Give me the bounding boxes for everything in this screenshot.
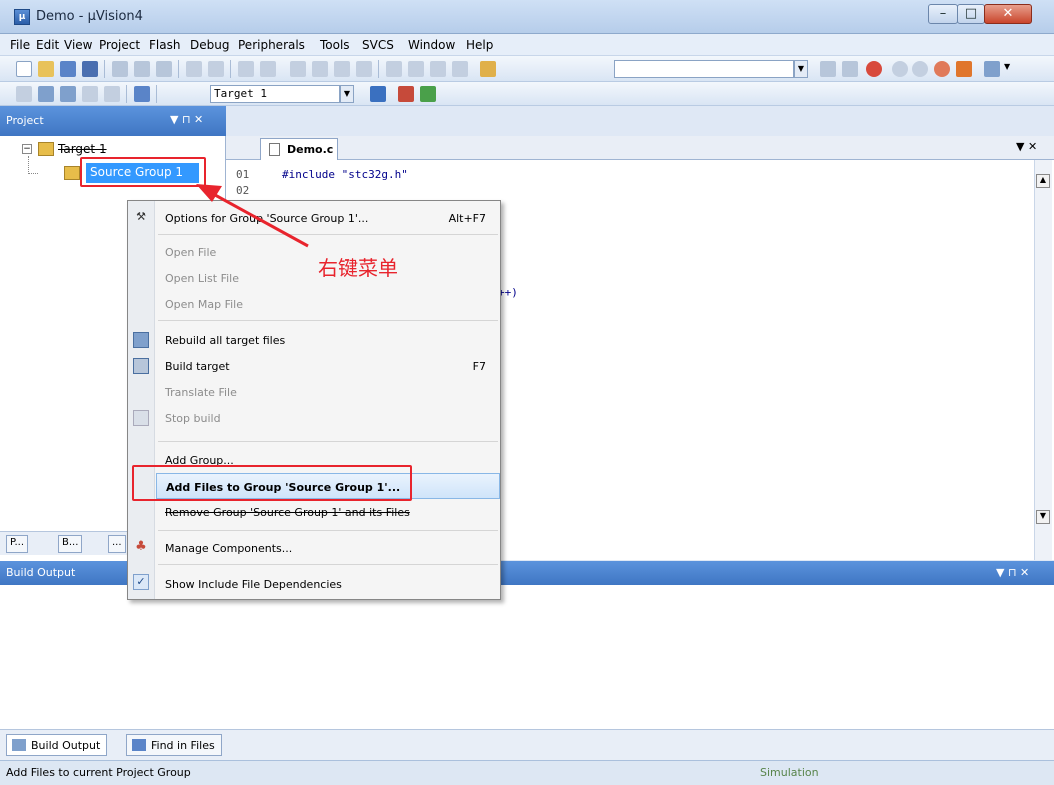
red-arrow [196,184,309,248]
annotation-label: 右键菜单 [318,256,398,280]
